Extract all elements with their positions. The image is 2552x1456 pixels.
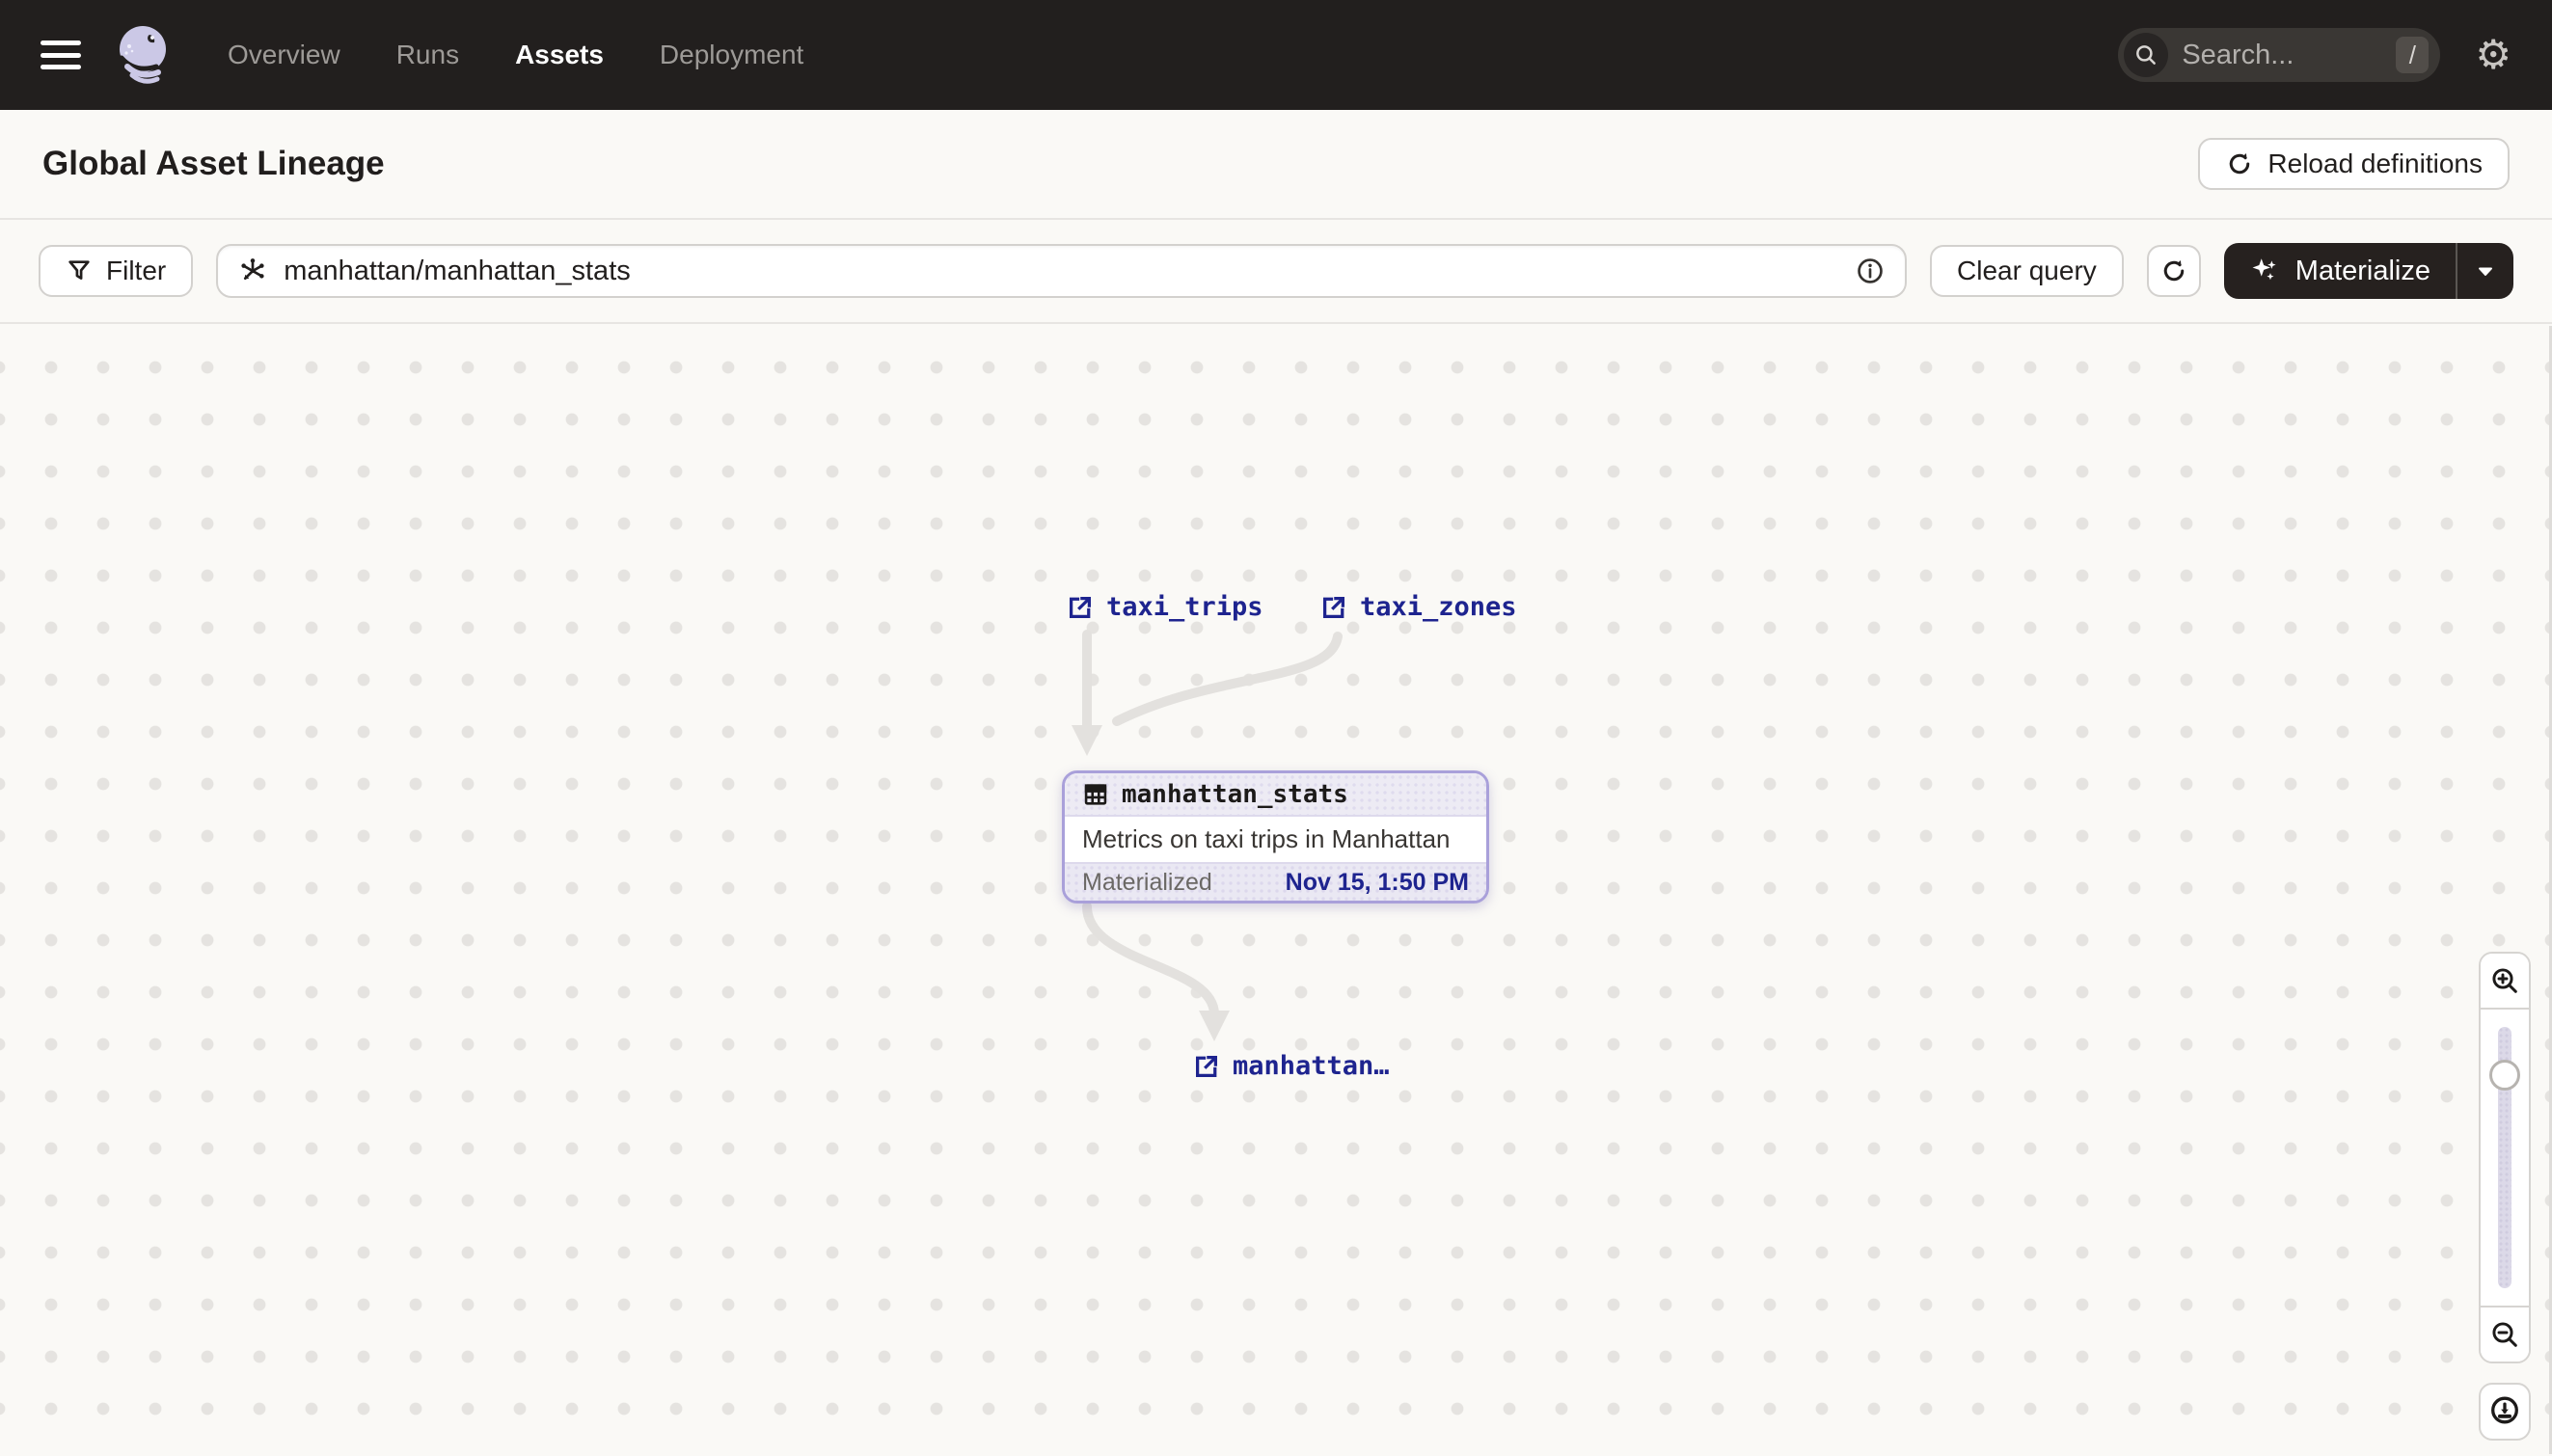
reload-icon	[2225, 149, 2254, 178]
zoom-slider[interactable]	[2481, 1010, 2529, 1306]
page-title: Global Asset Lineage	[42, 145, 385, 182]
filter-label: Filter	[106, 256, 167, 285]
external-link-icon	[1192, 1052, 1221, 1081]
download-view-button[interactable]	[2479, 1383, 2531, 1441]
page-header: Global Asset Lineage Reload definitions	[0, 110, 2552, 220]
zoom-out-button[interactable]	[2481, 1306, 2529, 1362]
table-icon	[1082, 781, 1109, 808]
refresh-icon	[2159, 256, 2188, 285]
nav-item-deployment[interactable]: Deployment	[660, 40, 803, 70]
zoom-out-icon	[2489, 1319, 2520, 1350]
info-icon[interactable]	[1855, 256, 1886, 286]
topbar: Overview Runs Assets Deployment / ⚙	[0, 0, 2552, 110]
asset-card-manhattan-stats[interactable]: manhattan_stats Metrics on taxi trips in…	[1062, 770, 1489, 903]
dagster-logo-icon[interactable]	[114, 23, 174, 87]
asset-selection-input-box[interactable]	[216, 244, 1908, 298]
nav-item-runs[interactable]: Runs	[396, 40, 459, 70]
zoom-slider-thumb[interactable]	[2489, 1060, 2520, 1091]
search-icon	[2124, 33, 2169, 77]
clear-query-button[interactable]: Clear query	[1930, 245, 2124, 297]
op-selector-icon	[237, 256, 268, 286]
lineage-toolbar: Filter Clear query	[0, 220, 2552, 324]
asset-card-footer: Materialized Nov 15, 1:50 PM	[1065, 862, 1486, 901]
materialize-label: Materialize	[2294, 255, 2430, 286]
zoom-controls	[2479, 952, 2531, 1363]
search-input[interactable]	[2182, 39, 2397, 71]
filter-button[interactable]: Filter	[39, 245, 194, 297]
materialization-timestamp[interactable]: Nov 15, 1:50 PM	[1286, 869, 1469, 897]
global-search[interactable]: /	[2118, 28, 2441, 82]
asset-node-taxi-trips[interactable]: taxi_trips	[1066, 592, 1263, 622]
filter-funnel-icon	[66, 257, 93, 284]
caret-down-icon	[2474, 259, 2497, 283]
refresh-button[interactable]	[2146, 245, 2201, 297]
materialize-dropdown-button[interactable]	[2457, 243, 2513, 299]
zoom-in-icon	[2489, 965, 2520, 996]
zoom-in-button[interactable]	[2481, 954, 2529, 1010]
reload-definitions-button[interactable]: Reload definitions	[2198, 138, 2510, 190]
lineage-canvas[interactable]: taxi_trips taxi_zones manhattan_stats Me…	[0, 326, 2552, 1454]
asset-card-description: Metrics on taxi trips in Manhattan	[1065, 817, 1486, 862]
asset-node-label: taxi_trips	[1106, 592, 1263, 622]
materialization-status-label: Materialized	[1082, 868, 1212, 896]
materialize-split-button: Materialize	[2223, 243, 2513, 299]
hamburger-menu-icon[interactable]	[41, 40, 81, 69]
external-link-icon	[1319, 593, 1348, 622]
primary-nav: Overview Runs Assets Deployment	[228, 40, 803, 70]
asset-card-header: manhattan_stats	[1065, 773, 1486, 817]
sparkles-icon	[2249, 255, 2282, 287]
gear-icon[interactable]: ⚙	[2475, 35, 2511, 75]
asset-node-label: taxi_zones	[1360, 592, 1517, 622]
asset-node-taxi-zones[interactable]: taxi_zones	[1319, 592, 1517, 622]
asset-selection-input[interactable]	[284, 255, 1840, 287]
asset-node-manhattan-map[interactable]: manhattan…	[1192, 1051, 1390, 1081]
clear-query-label: Clear query	[1957, 256, 2097, 285]
search-shortcut-badge: /	[2396, 37, 2430, 73]
external-link-icon	[1066, 593, 1095, 622]
reload-definitions-label: Reload definitions	[2267, 148, 2483, 178]
asset-card-title: manhattan_stats	[1122, 779, 1348, 809]
download-circle-icon	[2487, 1394, 2522, 1429]
materialize-button[interactable]: Materialize	[2224, 243, 2456, 299]
asset-node-label: manhattan…	[1233, 1051, 1390, 1081]
nav-item-assets[interactable]: Assets	[515, 40, 604, 70]
nav-item-overview[interactable]: Overview	[228, 40, 340, 70]
